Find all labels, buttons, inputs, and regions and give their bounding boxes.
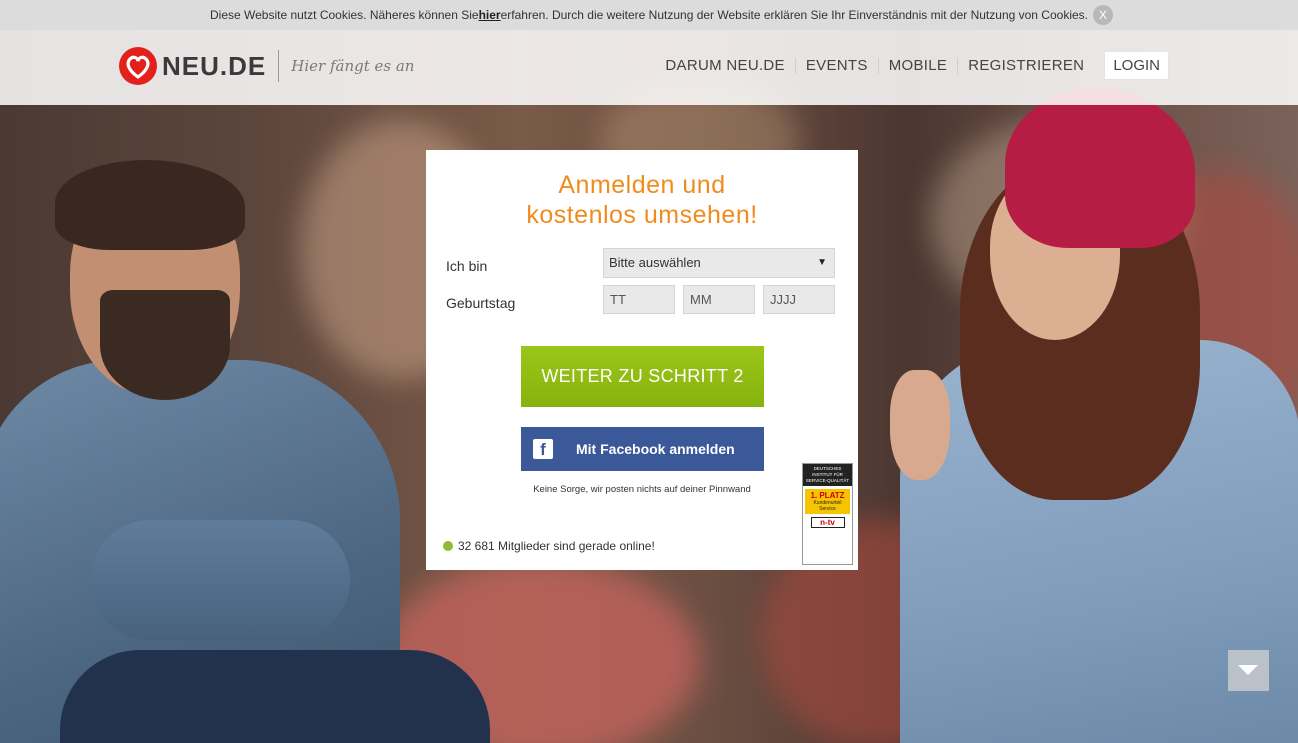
next-step-button[interactable]: WEITER ZU SCHRITT 2	[521, 346, 764, 407]
birthday-year-input[interactable]: JJJJ	[763, 285, 835, 314]
facebook-note: Keine Sorge, wir posten nichts auf deine…	[533, 484, 751, 495]
seal-rank-block: 1. PLATZ Kundenurteil Service	[805, 489, 850, 514]
site-header: NEU.DE Hier fängt es an DARUM NEU.DE EVE…	[0, 30, 1298, 105]
cookie-text-before: Diese Website nutzt Cookies. Näheres kön…	[209, 8, 479, 22]
cookie-bar: Diese Website nutzt Cookies. Näheres kön…	[0, 0, 1298, 30]
logo-tagline: Hier fängt es an	[291, 57, 415, 75]
cookie-more-link[interactable]: hier	[479, 8, 501, 22]
signup-title-line2: kostenlos umsehen!	[526, 201, 758, 229]
logo-text: NEU.DE	[162, 50, 267, 81]
gender-select-value: Bitte auswählen	[609, 255, 701, 270]
login-button[interactable]: LOGIN	[1104, 51, 1169, 80]
facebook-icon: f	[533, 439, 553, 459]
heart-logo-icon	[119, 47, 157, 85]
logo[interactable]: NEU.DE Hier fängt es an	[118, 46, 414, 86]
nav-darum[interactable]: DARUM NEU.DE	[655, 57, 796, 74]
signup-title: Anmelden und kostenlos umsehen!	[426, 170, 858, 230]
cookie-close-button[interactable]: X	[1093, 5, 1113, 25]
nav-events[interactable]: EVENTS	[796, 57, 879, 74]
service-award-seal: DEUTSCHES INSTITUT FÜR SERVICE-QUALITÄT …	[802, 463, 853, 565]
online-count: 32 681 Mitglieder sind gerade online!	[443, 539, 655, 553]
birthday-label: Geburtstag	[446, 295, 516, 311]
facebook-login-button[interactable]: f Mit Facebook anmelden	[521, 427, 764, 471]
birthday-day-input[interactable]: TT	[603, 285, 675, 314]
online-dot-icon	[443, 541, 453, 551]
main-nav: DARUM NEU.DE EVENTS MOBILE REGISTRIEREN …	[655, 51, 1169, 80]
birthday-month-input[interactable]: MM	[683, 285, 755, 314]
seal-label: Kundenurteil Service	[813, 500, 842, 512]
dropdown-arrow-icon: ▼	[817, 257, 827, 268]
facebook-button-label: Mit Facebook anmelden	[576, 441, 735, 457]
nav-registrieren[interactable]: REGISTRIEREN	[958, 57, 1094, 74]
signup-card: Anmelden und kostenlos umsehen! Ich bin …	[426, 150, 858, 570]
seal-institute: DEUTSCHES INSTITUT FÜR SERVICE-QUALITÄT	[803, 464, 852, 486]
logo-divider	[278, 50, 280, 82]
iam-label: Ich bin	[446, 258, 488, 274]
seal-rank: 1. PLATZ	[810, 491, 845, 500]
signup-title-line1: Anmelden und	[558, 171, 726, 199]
online-count-text: 32 681 Mitglieder sind gerade online!	[458, 539, 655, 553]
nav-mobile[interactable]: MOBILE	[879, 57, 959, 74]
cookie-text-after: erfahren. Durch die weitere Nutzung der …	[500, 8, 1088, 22]
scroll-down-button[interactable]	[1228, 650, 1269, 691]
seal-partner: n-tv	[810, 517, 845, 528]
gender-select[interactable]: Bitte auswählen ▼	[603, 248, 835, 278]
